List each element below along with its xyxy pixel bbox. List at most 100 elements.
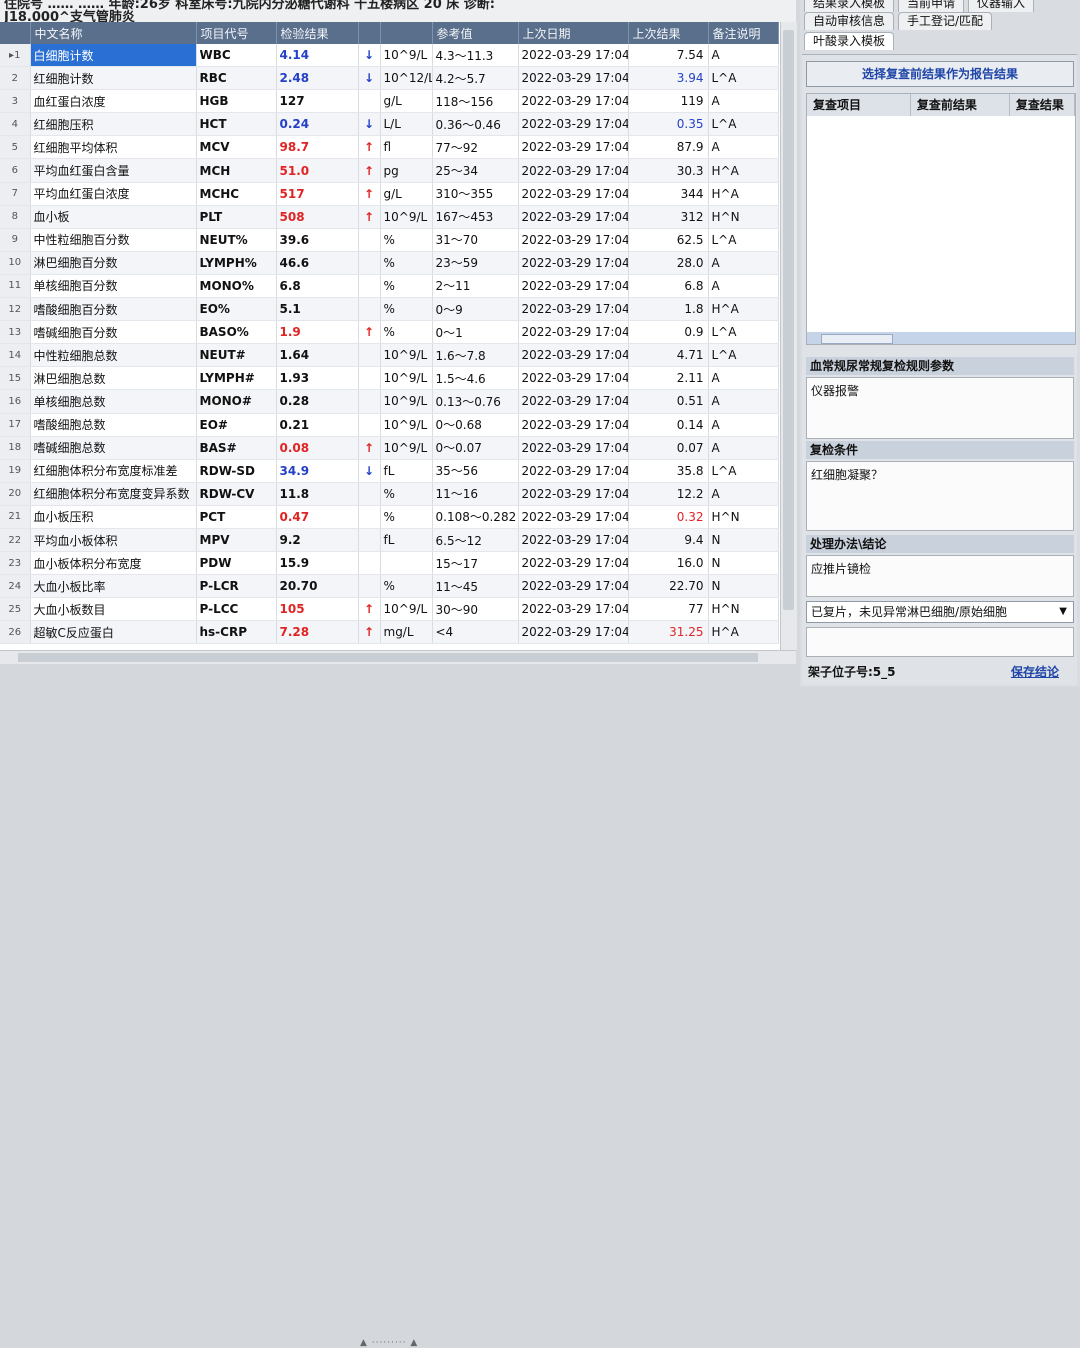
scroll-thumb[interactable] (18, 653, 758, 662)
result-value[interactable]: 4.14 (276, 44, 359, 68)
table-row[interactable]: 7 平均血红蛋白浓度 MCHC 517 ↑ g/L 310～355 2022-03-29 17… (0, 182, 779, 206)
save-conclusion-link[interactable]: 保存结论 (1011, 663, 1059, 680)
item-code: LYMPH# (196, 366, 277, 391)
table-row[interactable]: 5 红细胞平均体积 MCV 98.7 ↑ fl 77～92 2022-03-29 17:04 8… (0, 135, 779, 160)
col-header-name[interactable]: 中文名称 (30, 22, 197, 44)
handling-box[interactable]: 应推片镜检 (806, 555, 1074, 597)
table-row[interactable]: ▸1 白细胞计数 WBC 4.14 ↓ 10^9/L 4.3～11.3 2022-03-29 … (0, 44, 779, 68)
table-row[interactable]: 8 血小板 PLT 508 ↑ 10^9/L 167～453 2022-03-29 17:04… (0, 205, 779, 229)
result-value[interactable]: 6.8 (276, 274, 359, 299)
table-row[interactable]: 10 淋巴细胞百分数 LYMPH% 46.6% 23～59 2022-03-29 17:0… (0, 251, 779, 275)
table-row[interactable]: 18 嗜碱细胞总数 BAS# 0.08 ↑ 10^9/L 0～0.07 2022-03-29 … (0, 436, 779, 460)
last-result: 0.07 (628, 436, 709, 460)
recheck-horizontal-scrollbar[interactable] (807, 332, 1075, 344)
recheck-grid[interactable]: 复查项目 复查前结果 复查结果 (806, 93, 1076, 345)
recheck-condition-box[interactable]: 红细胞凝聚？ (806, 461, 1074, 531)
result-value[interactable]: 0.21 (276, 413, 359, 437)
table-row[interactable]: 25 大血小板数目 P-LCC 105 ↑ 10^9/L 30～90 2022-03-29 1… (0, 597, 779, 622)
table-row[interactable]: 17 嗜酸细胞总数 EO# 0.21 10^9/L 0～0.68 2022-03-29 17… (0, 413, 779, 437)
conclusion-select[interactable]: 已复片，未见异常淋巴细胞/原始细胞 ▼ (806, 601, 1074, 623)
col-header-result[interactable]: 检验结果 (276, 22, 359, 44)
table-row[interactable]: 16 单核细胞总数 MONO# 0.28 10^9/L 0.13～0.76 2022-03-… (0, 389, 779, 414)
result-value[interactable]: 508 (276, 205, 359, 229)
col-header-last-date[interactable]: 上次日期 (518, 22, 629, 44)
result-value[interactable]: 15.9 (276, 551, 359, 576)
result-value[interactable]: 46.6 (276, 251, 359, 275)
result-value[interactable]: 9.2 (276, 528, 359, 553)
chevron-down-icon[interactable]: ▼ (1059, 602, 1067, 622)
tab-manual-register[interactable]: 手工登记/匹配 (898, 12, 993, 30)
results-grid[interactable]: 中文名称 项目代号 检验结果 参考值 上次日期 上次结果 备注说明 ▸1 白细胞计… (0, 22, 780, 650)
col-header-code[interactable]: 项目代号 (196, 22, 277, 44)
recheck-col-before[interactable]: 复查前结果 (911, 94, 1010, 116)
last-date: 2022-03-29 17:04 (518, 620, 629, 645)
table-row[interactable]: 4 红细胞压积 HCT 0.24 ↓ L/L 0.36～0.46 2022-03-29 17:… (0, 112, 779, 137)
col-header-last-result[interactable]: 上次结果 (628, 22, 709, 44)
col-header-unit[interactable] (380, 22, 433, 44)
tab-auto-audit[interactable]: 自动审核信息 (804, 12, 895, 30)
reference-range: 11～45 (432, 574, 519, 599)
result-value[interactable]: 0.24 (276, 112, 359, 137)
result-value[interactable]: 1.93 (276, 366, 359, 391)
result-value[interactable]: 5.1 (276, 297, 359, 322)
scroll-thumb[interactable] (783, 30, 794, 610)
result-value[interactable]: 34.9 (276, 459, 359, 483)
unit: % (380, 297, 433, 322)
col-header-ref[interactable]: 参考值 (432, 22, 519, 44)
table-row[interactable]: 15 淋巴细胞总数 LYMPH# 1.93 10^9/L 1.5～4.6 2022-03-2… (0, 366, 779, 391)
result-value[interactable]: 1.9 (276, 320, 359, 345)
result-value[interactable]: 11.8 (276, 482, 359, 506)
recheck-col-item[interactable]: 复查项目 (807, 94, 911, 116)
tab-current-request[interactable]: 当前申请 (898, 0, 965, 12)
last-date: 2022-03-29 17:04 (518, 205, 629, 229)
col-header-flag[interactable] (358, 22, 381, 44)
table-row[interactable]: 6 平均血红蛋白含量 MCH 51.0 ↑ pg 25～34 2022-03-29 17:04… (0, 158, 779, 183)
results-vertical-scrollbar[interactable] (780, 22, 797, 650)
result-value[interactable]: 98.7 (276, 135, 359, 160)
tab-result-template[interactable]: 结果录入模板 (804, 0, 895, 12)
instrument-alarm-box[interactable]: 仪器报警 (806, 377, 1074, 439)
tab-folate-template[interactable]: 叶酸录入模板 (804, 32, 895, 50)
conclusion-text-box[interactable] (806, 627, 1074, 657)
table-row[interactable]: 23 血小板体积分布宽度 PDW 15.9 15～17 2022-03-29 17:04 1… (0, 551, 779, 576)
table-row[interactable]: 20 红细胞体积分布宽度变异系数 RDW-CV 11.8% 11～16 2022-03-2… (0, 482, 779, 506)
handling-title: 处理办法\结论 (806, 535, 1074, 553)
table-row[interactable]: 19 红细胞体积分布宽度标准差 RDW-SD 34.9 ↓ fL 35～56 2022-03-… (0, 459, 779, 483)
table-row[interactable]: 2 红细胞计数 RBC 2.48 ↓ 10^12/L 4.2～5.7 2022-03-29 1… (0, 66, 779, 91)
scroll-thumb[interactable] (821, 334, 893, 344)
results-horizontal-scrollbar[interactable] (0, 650, 796, 665)
tab-instrument-input[interactable]: 仪器输入 (968, 0, 1035, 12)
col-header-note[interactable]: 备注说明 (708, 22, 779, 44)
table-row[interactable]: 26 超敏C反应蛋白 hs-CRP 7.28 ↑ mg/L <4 2022-03-29 17:… (0, 620, 779, 645)
choose-pre-recheck-button[interactable]: 选择复查前结果作为报告结果 (806, 61, 1074, 87)
result-value[interactable]: 39.6 (276, 228, 359, 252)
table-row[interactable]: 9 中性粒细胞百分数 NEUT% 39.6% 31～70 2022-03-29 17:04… (0, 228, 779, 252)
last-date: 2022-03-29 17:04 (518, 251, 629, 275)
result-value[interactable]: 2.48 (276, 66, 359, 91)
result-value[interactable]: 0.47 (276, 505, 359, 529)
result-value[interactable]: 20.70 (276, 574, 359, 599)
table-row[interactable]: 12 嗜酸细胞百分数 EO% 5.1% 0～9 2022-03-29 17:04 1.8 H^… (0, 297, 779, 322)
splitter-handle-icon[interactable]: ▲ ········· ▲ (360, 1338, 418, 1348)
row-number: 15 (0, 366, 31, 391)
result-value[interactable]: 1.64 (276, 343, 359, 368)
recheck-col-result[interactable]: 复查结果 (1010, 94, 1075, 116)
table-row[interactable]: 14 中性粒细胞总数 NEUT# 1.64 10^9/L 1.6～7.8 2022-03-2… (0, 343, 779, 368)
table-row[interactable]: 13 嗜碱细胞百分数 BASO% 1.9 ↑% 0～1 2022-03-29 17:04 0.… (0, 320, 779, 345)
result-value[interactable]: 7.28 (276, 620, 359, 645)
result-value[interactable]: 0.08 (276, 436, 359, 460)
table-row[interactable]: 21 血小板压积 PCT 0.47% 0.108～0.282 2022-03-29 17:… (0, 505, 779, 529)
item-name: 嗜碱细胞总数 (30, 436, 197, 460)
recheck-condition-value: 红细胞凝聚？ (811, 468, 884, 482)
table-row[interactable]: 22 平均血小板体积 MPV 9.2 fL 6.5～12 2022-03-29 17:04 9… (0, 528, 779, 553)
table-row[interactable]: 3 血红蛋白浓度 HGB 127 g/L 118～156 2022-03-29 17:04 1… (0, 89, 779, 114)
table-row[interactable]: 11 单核细胞百分数 MONO% 6.8% 2～11 2022-03-29 17:04 6.… (0, 274, 779, 299)
reference-range: 0～9 (432, 297, 519, 322)
result-value[interactable]: 0.28 (276, 389, 359, 414)
result-value[interactable]: 51.0 (276, 158, 359, 183)
result-value[interactable]: 105 (276, 597, 359, 622)
result-value[interactable]: 127 (276, 89, 359, 114)
table-row[interactable]: 24 大血小板比率 P-LCR 20.70% 11～45 2022-03-29 17:04… (0, 574, 779, 599)
row-number: 24 (0, 574, 31, 599)
result-value[interactable]: 517 (276, 182, 359, 206)
